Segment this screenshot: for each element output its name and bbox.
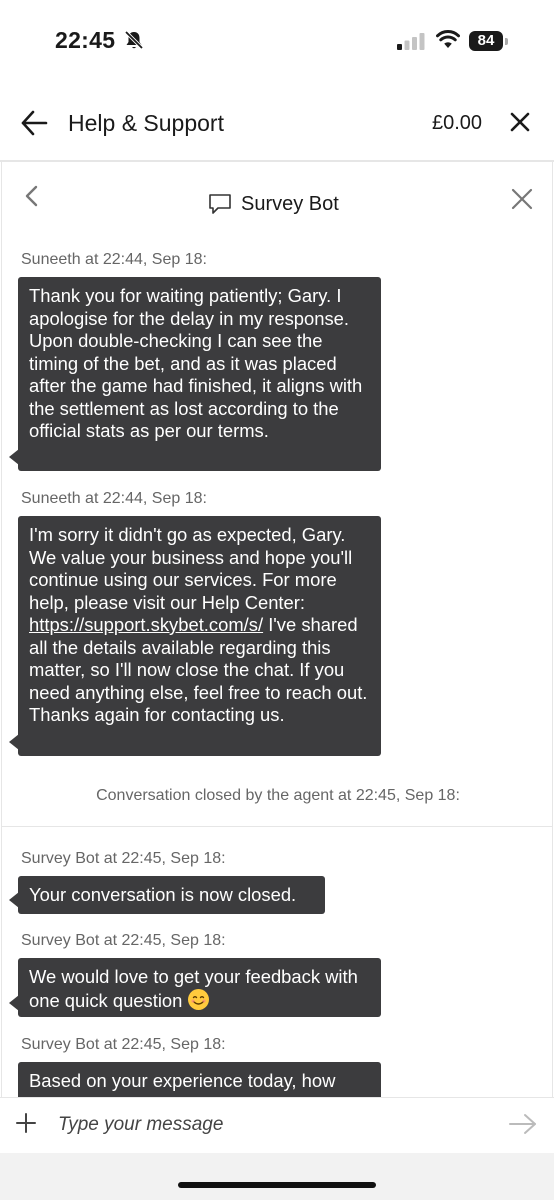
wifi-icon — [436, 30, 460, 48]
message-sender: Survey Bot at 22:45, Sep 18: — [21, 932, 226, 949]
message-text: Thank you for waiting patiently; Gary. I… — [29, 285, 363, 441]
help-center-link[interactable]: https://support.skybet.com/s/ — [29, 614, 263, 635]
back-arrow-icon[interactable] — [20, 110, 48, 136]
message-sender: Survey Bot at 22:45, Sep 18: — [21, 1036, 226, 1053]
chat-topbar: Survey Bot — [2, 162, 552, 238]
message-bubble: I'm sorry it didn't go as expected, Gary… — [9, 516, 381, 756]
message-text: Based on your experience today, how — [29, 1070, 336, 1091]
smile-emoji-icon — [187, 988, 209, 1010]
message-sender: Suneeth at 22:44, Sep 18: — [21, 251, 207, 268]
message-sender: Suneeth at 22:44, Sep 18: — [21, 490, 207, 507]
bubble-tail — [9, 449, 19, 465]
home-indicator-area — [0, 1153, 554, 1200]
signal-icon — [397, 33, 425, 50]
conversation-closed-note: Conversation closed by the agent at 22:4… — [96, 787, 460, 804]
bubble-tail — [9, 892, 19, 908]
page-title: Help & Support — [68, 110, 224, 136]
message-bubble: Your conversation is now closed. — [9, 876, 325, 914]
app-header: Help & Support £0.00 — [0, 84, 554, 162]
bell-slash-icon — [124, 30, 144, 50]
battery-indicator: 84 — [469, 31, 503, 51]
message-input[interactable] — [52, 1108, 504, 1142]
chat-divider — [2, 826, 552, 827]
account-balance: £0.00 — [432, 112, 483, 134]
plus-icon[interactable] — [14, 1111, 38, 1135]
message-composer — [0, 1097, 554, 1153]
status-time: 22:45 — [55, 27, 116, 53]
battery-cap — [505, 38, 508, 45]
send-arrow-icon[interactable] — [508, 1112, 538, 1136]
bubble-tail — [9, 734, 19, 750]
close-icon[interactable] — [511, 188, 533, 210]
message-bubble: We would love to get your feedback with … — [9, 958, 381, 1017]
bubble-tail — [9, 995, 19, 1011]
chat-bubble-icon — [209, 194, 231, 214]
close-icon[interactable] — [510, 112, 530, 132]
chat-title-group: Survey Bot — [208, 190, 339, 218]
chevron-left-icon[interactable] — [23, 184, 39, 208]
message-bubble: Based on your experience today, how — [18, 1062, 381, 1097]
chat-panel: Survey Bot Suneeth at 22:44, Sep 18: Tha… — [1, 162, 553, 1097]
home-indicator[interactable] — [178, 1182, 376, 1188]
message-bubble: Thank you for waiting patiently; Gary. I… — [9, 277, 381, 471]
status-bar: 22:45 84 — [0, 0, 554, 84]
message-sender: Survey Bot at 22:45, Sep 18: — [21, 850, 226, 867]
message-text: Your conversation is now closed. — [29, 884, 297, 905]
message-text: I'm sorry it didn't go as expected, Gary… — [29, 524, 353, 613]
chat-title: Survey Bot — [241, 192, 339, 215]
